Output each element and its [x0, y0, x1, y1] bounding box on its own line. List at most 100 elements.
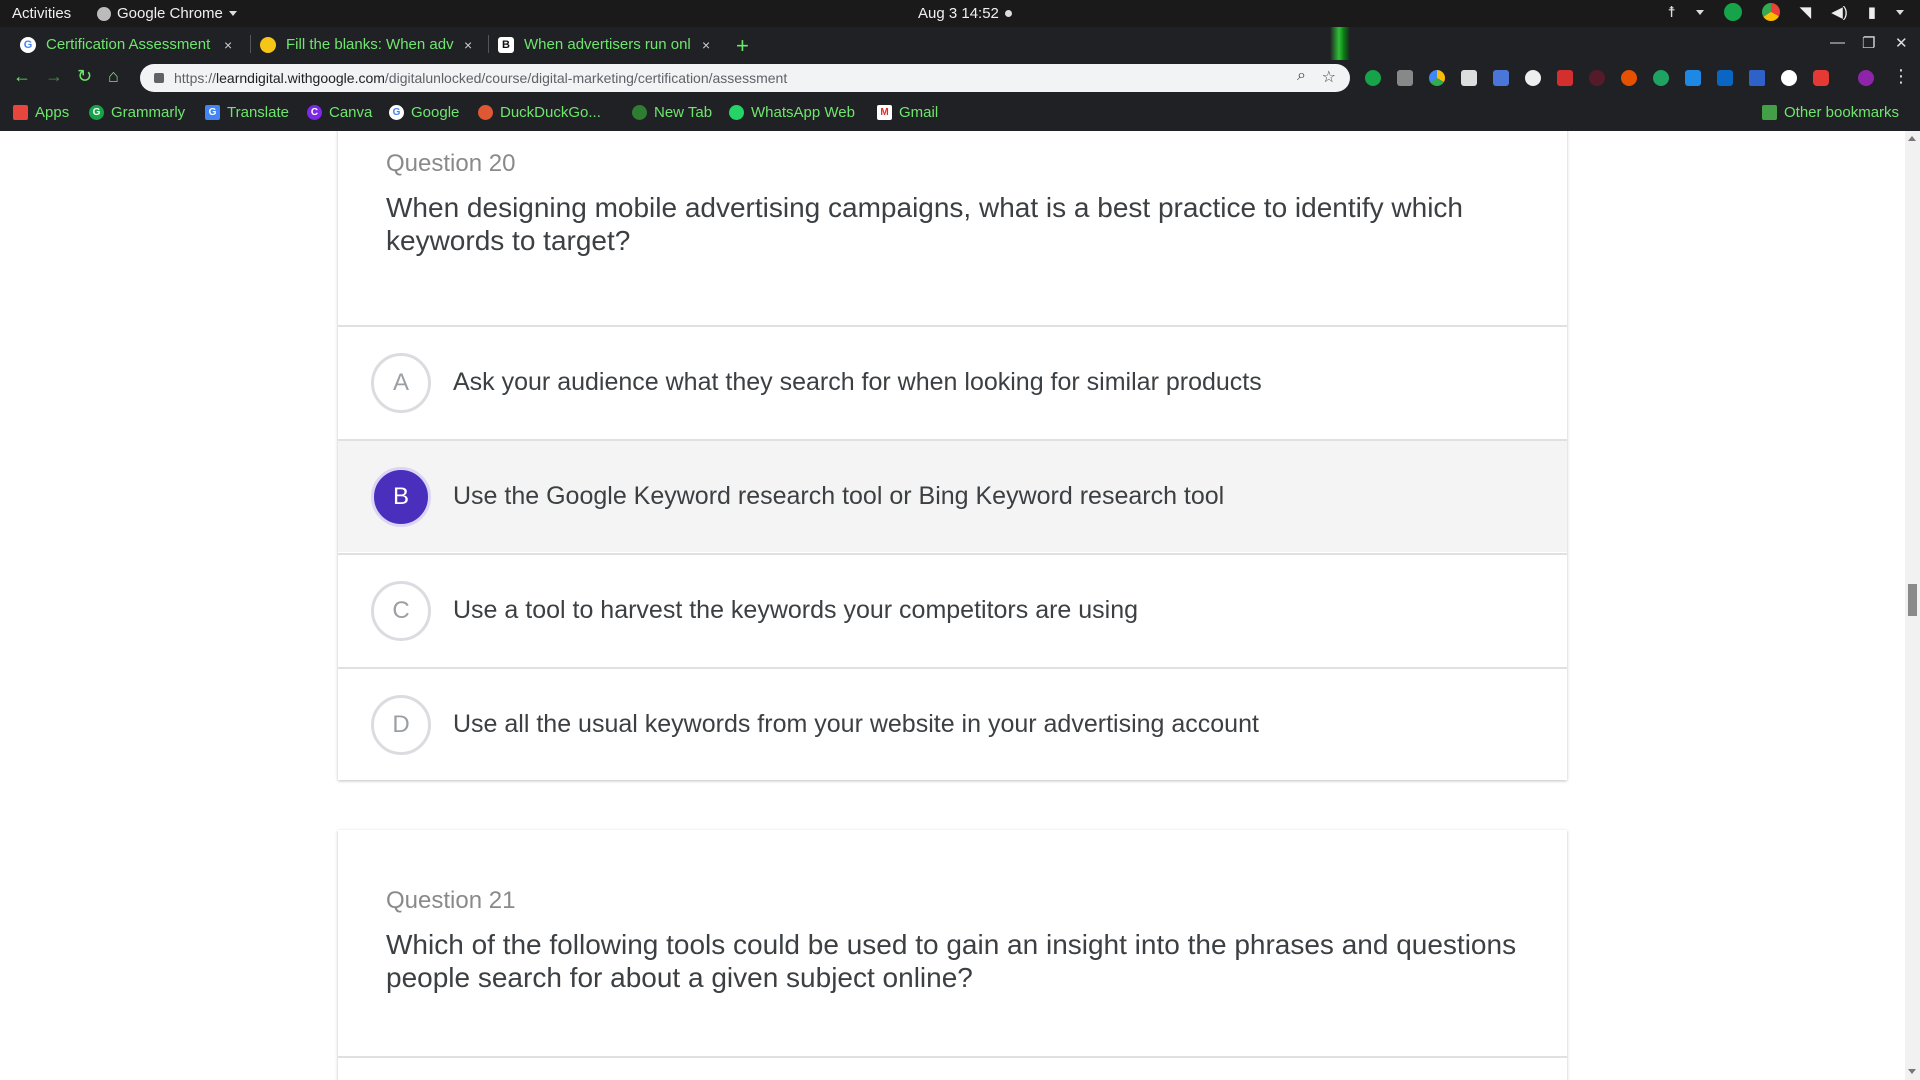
activities-button[interactable]: Activities [12, 5, 71, 22]
bookmark-new-tab[interactable]: New Tab [632, 104, 712, 121]
bookmark-label: Grammarly [111, 104, 186, 121]
forward-arrow-icon[interactable]: → [45, 66, 63, 87]
answer-option-d[interactable]: D Use all the usual keywords from your w… [338, 667, 1567, 780]
minimize-icon[interactable]: — [1830, 34, 1845, 51]
bookmark-whatsapp[interactable]: WhatsApp Web [729, 104, 855, 121]
tab-strip: G Certification Assessment × Fill the bl… [0, 27, 1920, 60]
bookmark-label: Apps [35, 104, 70, 121]
new-tab-button[interactable]: + [736, 33, 749, 59]
calendar-extension-icon[interactable] [1493, 70, 1509, 86]
bookmark-duckduckgo[interactable]: DuckDuckGo... [478, 104, 601, 121]
bookmark-translate[interactable]: G Translate [205, 104, 289, 121]
bookmark-label: DuckDuckGo... [500, 104, 601, 121]
restore-icon[interactable]: ❐ [1862, 34, 1875, 52]
option-text: Use all the usual keywords from your web… [453, 710, 1259, 738]
bookmark-canva[interactable]: C Canva [307, 104, 372, 121]
page-scrollbar[interactable] [1905, 131, 1920, 1080]
hangouts-icon[interactable] [1723, 3, 1742, 21]
apps-grid-icon [13, 105, 28, 120]
grammarly-extension-icon[interactable] [1365, 70, 1381, 86]
other-bookmarks-folder[interactable]: Other bookmarks [1762, 104, 1899, 121]
bookmark-label: Canva [329, 104, 373, 121]
globe-icon [632, 105, 647, 120]
more-menu-icon[interactable]: ⋮ [1892, 66, 1910, 87]
triangle-extension-icon[interactable] [1749, 70, 1765, 86]
answer-option-c[interactable]: C Use a tool to harvest the keywords you… [338, 553, 1567, 666]
back-arrow-icon[interactable]: ← [13, 66, 31, 87]
lock-icon [154, 73, 164, 83]
keep-extension-icon[interactable] [1397, 70, 1413, 86]
clock-extension-icon[interactable] [1525, 70, 1541, 86]
question-number: Question 20 [386, 150, 516, 177]
close-tab-icon[interactable]: × [224, 37, 232, 53]
gmail-extension-icon[interactable] [1557, 70, 1573, 86]
browser-toolbar: ← → ↻ ⌂ https:// learndigital.withgoogle… [0, 60, 1920, 96]
close-tab-icon[interactable]: × [464, 37, 472, 53]
option-letter-badge: D [371, 694, 431, 755]
bulb-favicon-icon [260, 36, 276, 53]
bookmark-apps[interactable]: Apps [13, 104, 69, 121]
battery-icon[interactable]: ▮ [1868, 3, 1876, 21]
answer-option-b[interactable]: B Use the Google Keyword research tool o… [338, 439, 1567, 552]
system-top-bar: Activities Google Chrome Aug 3 14:52 ☨ ◥… [0, 0, 1920, 27]
option-text: Use the Google Keyword research tool or … [453, 482, 1225, 510]
option-divider [338, 1056, 1567, 1058]
app-menu-label: Google Chrome [117, 5, 223, 22]
answer-option-a[interactable]: A Ask your audience what they search for… [338, 325, 1567, 438]
other-bookmarks-label: Other bookmarks [1784, 104, 1900, 121]
k-extension-icon[interactable] [1589, 70, 1605, 86]
scrollbar-thumb[interactable] [1908, 584, 1917, 616]
clock[interactable]: Aug 3 14:52 [918, 5, 1012, 22]
question-text: When designing mobile advertising campai… [386, 192, 1464, 256]
tab-divider [488, 35, 489, 53]
zoom-icon[interactable]: ⌕ [1297, 67, 1306, 85]
chevron-down-icon [228, 11, 237, 16]
tab-divider [250, 35, 251, 53]
bookmark-star-icon[interactable]: ☆ [1322, 67, 1336, 87]
reload-icon[interactable]: ↻ [77, 66, 92, 87]
folder-icon [1762, 105, 1777, 120]
b-extension-icon[interactable] [1621, 70, 1637, 86]
bookmark-label: WhatsApp Web [751, 104, 855, 121]
close-tab-icon[interactable]: × [702, 37, 710, 53]
google-drive-extension-icon[interactable] [1429, 70, 1445, 86]
scroll-up-arrow-icon[interactable] [1908, 136, 1916, 141]
tab-title: When advertisers run onl [524, 36, 691, 53]
app-menu[interactable]: Google Chrome [97, 5, 237, 22]
home-icon[interactable]: ⌂ [108, 66, 119, 87]
address-bar[interactable]: https:// learndigital.withgoogle.com /di… [140, 64, 1350, 92]
google-icon: G [389, 105, 404, 120]
bookmark-gmail[interactable]: M Gmail [877, 104, 938, 121]
tab-title: Fill the blanks: When adv [286, 36, 454, 53]
tab-when-advertisers-run[interactable]: B When advertisers run onl × [498, 29, 710, 60]
bookmark-label: Google [411, 104, 460, 121]
option-letter-badge: A [371, 352, 431, 413]
chat-extension-icon[interactable] [1653, 70, 1669, 86]
bookmark-grammarly[interactable]: G Grammarly [89, 104, 185, 121]
tab-fill-the-blanks[interactable]: Fill the blanks: When adv × [260, 29, 472, 60]
close-window-icon[interactable]: ✕ [1895, 34, 1908, 52]
clock-extension-icon-2[interactable] [1781, 70, 1797, 86]
wifi-icon[interactable]: ◥ [1800, 3, 1812, 21]
mail-extension-icon[interactable] [1461, 70, 1477, 86]
url-host: learndigital.withgoogle.com [216, 70, 385, 86]
volume-icon[interactable]: ◀) [1831, 3, 1848, 21]
tab-title: Certification Assessment [46, 36, 211, 53]
gmail-icon: M [877, 105, 892, 120]
question-number: Question 21 [386, 887, 516, 914]
tab-certification-assessment[interactable]: G Certification Assessment × [20, 29, 232, 60]
question-card-21: Question 21 Which of the following tools… [338, 830, 1567, 1080]
accessibility-icon[interactable]: ☨ [1667, 3, 1675, 21]
s-extension-icon[interactable] [1685, 70, 1701, 86]
option-text: Use a tool to harvest the keywords your … [453, 596, 1139, 624]
chrome-app-icon [97, 6, 111, 21]
notification-dot-icon [1004, 10, 1012, 17]
scroll-down-arrow-icon[interactable] [1908, 1069, 1916, 1074]
chrome-tray-icon[interactable] [1761, 3, 1780, 21]
profile-avatar[interactable] [1858, 70, 1874, 86]
youtube-extension-icon[interactable] [1813, 70, 1829, 86]
bookmark-google[interactable]: G Google [389, 104, 459, 121]
linkedin-extension-icon[interactable] [1717, 70, 1733, 86]
option-text: Ask your audience what they search for w… [453, 368, 1262, 396]
system-tray[interactable]: ☨ ◥ ◀) ▮ [1667, 3, 1904, 21]
